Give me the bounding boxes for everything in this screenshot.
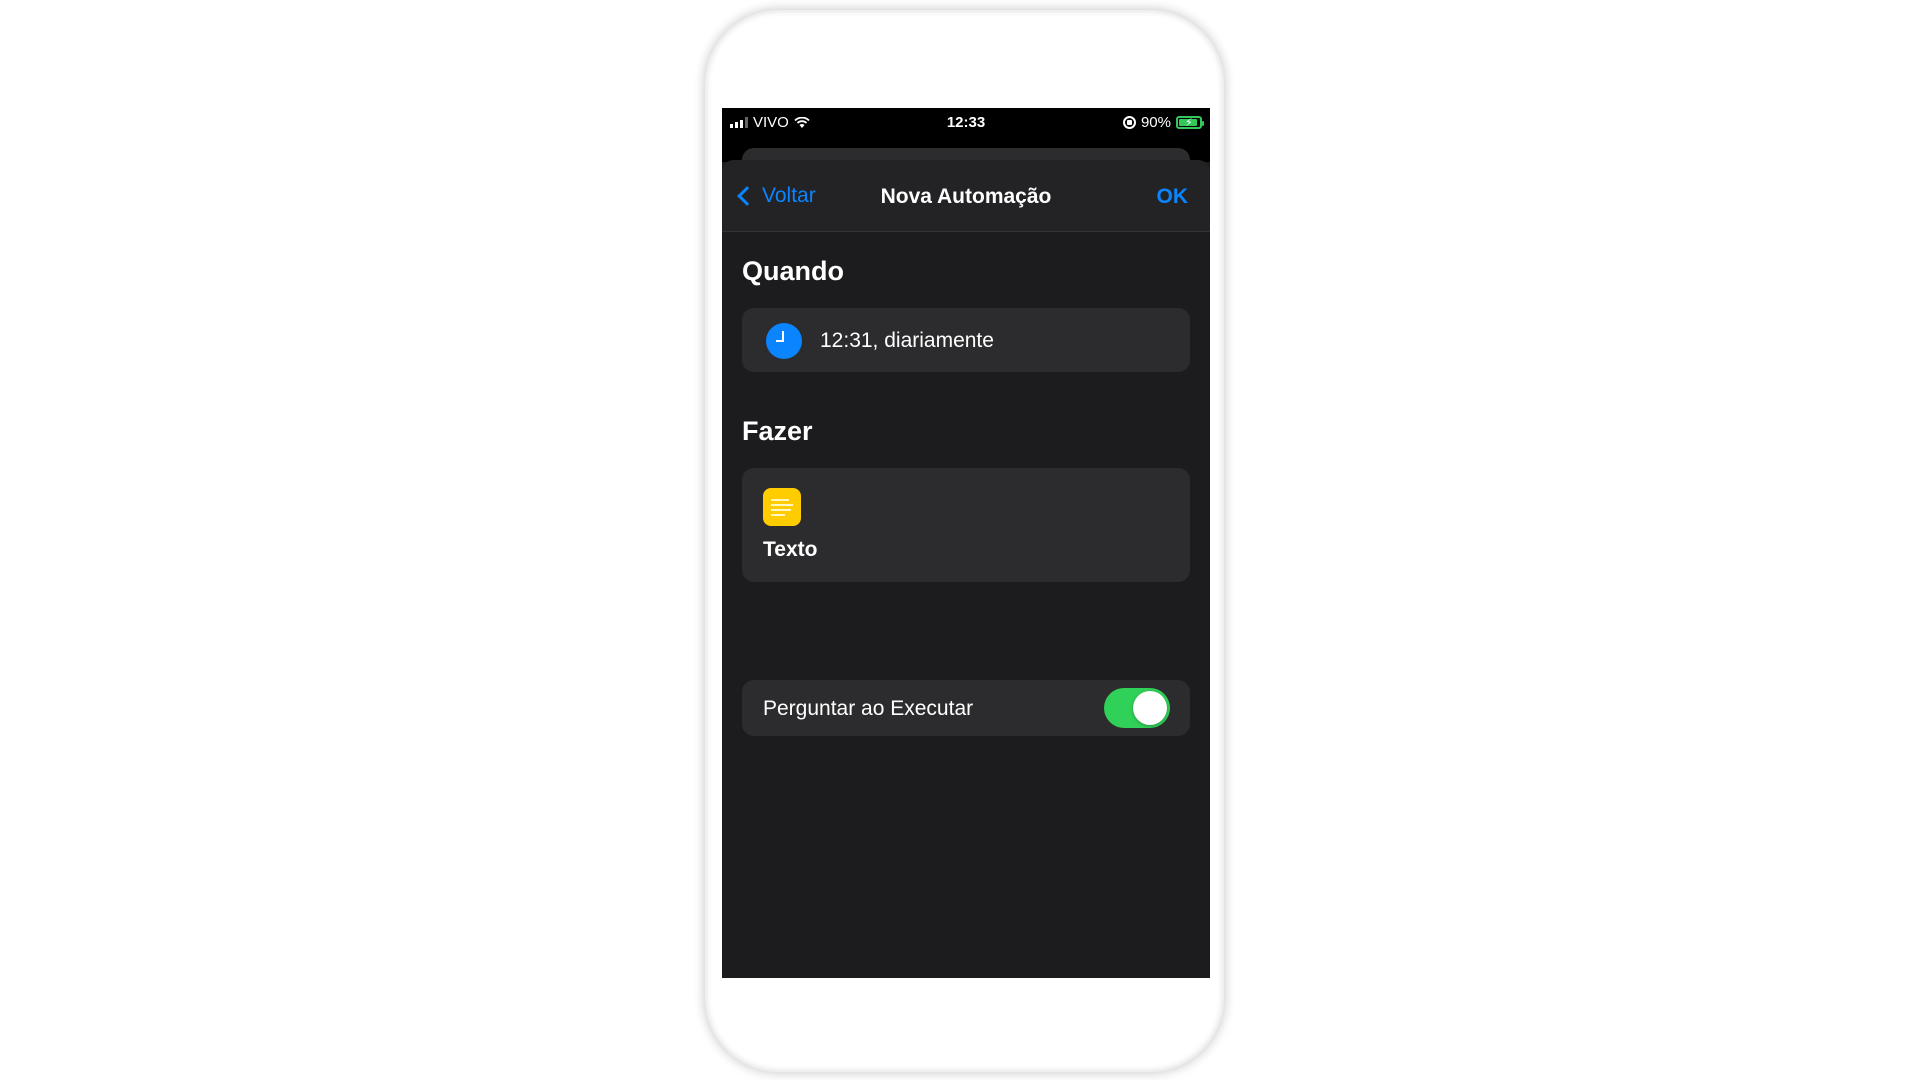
when-section-title: Quando bbox=[742, 256, 844, 286]
ask-before-running-label: Perguntar ao Executar bbox=[763, 697, 974, 720]
navigation-bar: Voltar Nova Automação OK bbox=[722, 160, 1210, 232]
ask-before-running-row: Perguntar ao Executar bbox=[742, 680, 1190, 736]
ask-before-running-toggle[interactable] bbox=[1104, 688, 1170, 728]
battery-percent: 90% bbox=[1140, 114, 1171, 131]
status-right: 90% ⚡ bbox=[1122, 114, 1204, 131]
automation-sheet: Voltar Nova Automação OK Quando 12:31, d… bbox=[722, 160, 1210, 978]
text-note-icon bbox=[763, 488, 801, 526]
phone-screen: VIVO 12:33 90% ⚡ Voltar Nova Automação O… bbox=[722, 108, 1210, 978]
ok-button[interactable]: OK bbox=[1157, 185, 1189, 209]
page-title: Nova Automação bbox=[880, 185, 1052, 208]
clock-icon bbox=[766, 323, 802, 359]
charging-bolt-icon: ⚡ bbox=[1185, 117, 1193, 129]
trigger-row[interactable]: 12:31, diariamente bbox=[742, 308, 1190, 372]
trigger-text: 12:31, diariamente bbox=[820, 329, 994, 352]
battery-icon: ⚡ bbox=[1176, 116, 1204, 129]
orientation-lock-icon bbox=[1122, 116, 1136, 129]
do-section-title: Fazer bbox=[742, 416, 813, 446]
action-block[interactable]: Texto bbox=[742, 468, 1190, 582]
action-label: Texto bbox=[763, 538, 818, 561]
toggle-knob bbox=[1133, 691, 1167, 725]
